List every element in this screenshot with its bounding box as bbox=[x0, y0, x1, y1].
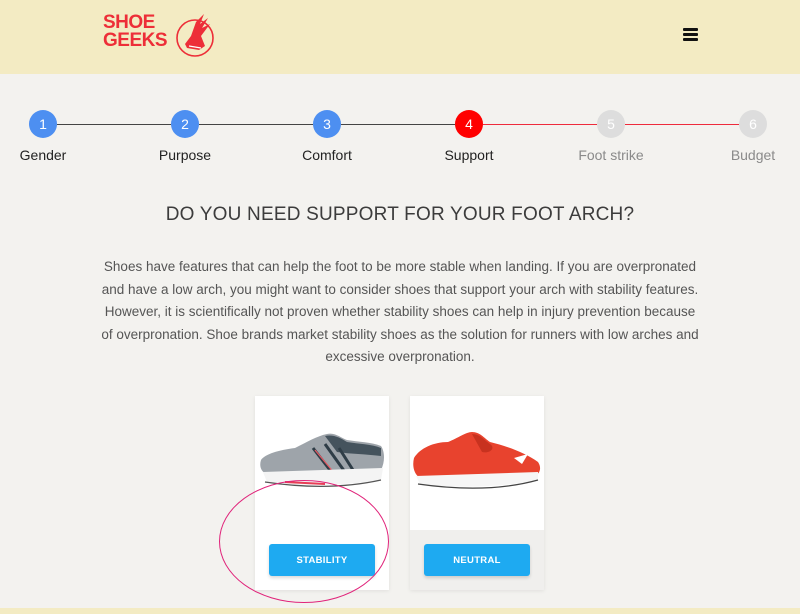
step-number: 2 bbox=[171, 110, 199, 138]
option-card-stability[interactable]: STABILITY bbox=[255, 396, 389, 590]
step-foot-strike[interactable]: 5 Foot strike bbox=[561, 96, 661, 163]
step-number: 1 bbox=[29, 110, 57, 138]
option-card-neutral[interactable]: NEUTRAL bbox=[410, 396, 544, 590]
logo-wordmark: SHOE GEEKS bbox=[103, 13, 168, 51]
step-number: 3 bbox=[313, 110, 341, 138]
question-description: Shoes have features that can help the fo… bbox=[101, 259, 699, 364]
question-title: DO YOU NEED SUPPORT FOR YOUR FOOT ARCH? bbox=[165, 204, 635, 225]
red-neutral-running-shoe bbox=[413, 432, 541, 489]
step-number: 6 bbox=[739, 110, 767, 138]
step-label: Gender bbox=[19, 147, 67, 163]
progress-stepper: 1 Gender 2 Purpose 3 Comfort 4 Support 5… bbox=[0, 96, 800, 176]
neutral-button[interactable]: NEUTRAL bbox=[424, 544, 530, 576]
step-gender[interactable]: 1 Gender bbox=[0, 96, 93, 163]
shoe-image-neutral bbox=[410, 396, 544, 530]
step-label: Budget bbox=[730, 147, 776, 163]
step-budget[interactable]: 6 Budget bbox=[703, 96, 800, 163]
shoe-geeks-logo[interactable]: SHOE GEEKS bbox=[103, 10, 218, 62]
step-support[interactable]: 4 Support bbox=[419, 96, 519, 163]
footer-strip bbox=[0, 608, 800, 614]
site-header: SHOE GEEKS bbox=[0, 0, 800, 74]
logo-line-2: GEEKS bbox=[103, 30, 168, 51]
winged-shoe-icon bbox=[176, 14, 214, 57]
step-purpose[interactable]: 2 Purpose bbox=[135, 96, 235, 163]
hamburger-menu-icon[interactable] bbox=[680, 26, 700, 44]
step-number: 5 bbox=[597, 110, 625, 138]
step-label: Comfort bbox=[302, 147, 352, 163]
step-label: Support bbox=[444, 147, 494, 163]
step-number: 4 bbox=[455, 110, 483, 138]
grey-stability-running-shoe bbox=[260, 433, 384, 487]
step-comfort[interactable]: 3 Comfort bbox=[277, 96, 377, 163]
step-label: Purpose bbox=[158, 147, 212, 163]
shoe-image-stability bbox=[255, 396, 389, 530]
stability-button[interactable]: STABILITY bbox=[269, 544, 375, 576]
step-label: Foot strike bbox=[578, 147, 644, 163]
